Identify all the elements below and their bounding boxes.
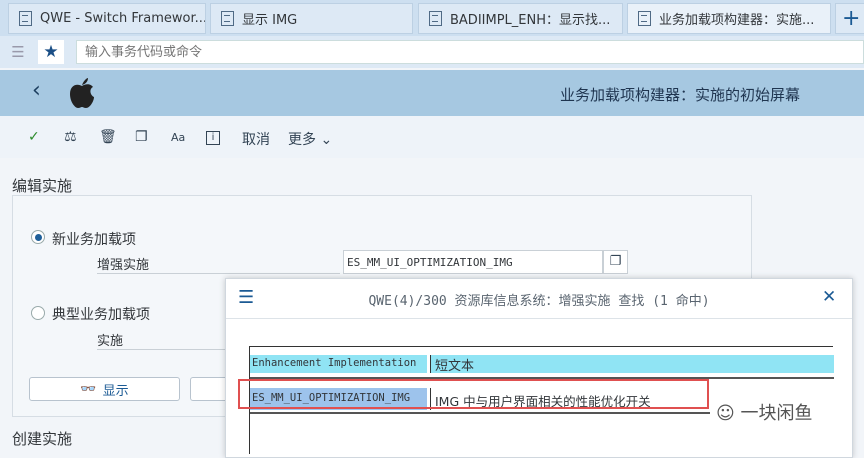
tab-display-img[interactable]: 显示 IMG [210,3,413,34]
delete-icon[interactable]: 🗑 [99,129,117,145]
chevron-down-icon: ⌄ [320,132,333,148]
enh-impl-label: 增强实施 [97,254,340,274]
wechat-icon: ☺ [716,403,735,424]
new-tab-button[interactable]: + [835,3,864,34]
toolbar [0,116,864,158]
apple-logo-icon [70,78,94,108]
more-button[interactable]: 更多 ⌄ [288,129,332,149]
create-section-title: 创建实施 [12,430,73,448]
column-header[interactable]: 短文本 [430,355,834,374]
copy-icon[interactable]: ❐ [135,129,148,145]
display-label: 显示 [102,383,129,399]
value-help-icon[interactable]: ❐ [603,250,628,274]
check-icon[interactable]: ✓ [28,129,40,145]
document-icon [429,11,442,26]
close-icon[interactable]: ✕ [822,287,836,307]
menu-list-icon[interactable]: ☰ [6,40,30,64]
tab-label: 业务加载项构建器：实施... [659,13,815,28]
radio-new-badi[interactable] [31,230,45,244]
cancel-button[interactable]: 取消 [242,129,270,149]
tab-badiimpl-enh[interactable]: BADIIMPL_ENH：显示找... [418,3,623,34]
document-icon [221,11,234,26]
edit-section-title: 编辑实施 [12,177,73,195]
rename-icon[interactable]: Aa [171,131,185,144]
radio-classic-badi-label: 典型业务加载项 [52,307,150,323]
tab-label: QWE - Switch Framewor... [40,11,206,26]
favorites-star-icon[interactable]: ★ [38,40,64,64]
document-icon [638,11,651,26]
document-icon [19,11,32,26]
radio-new-badi-label: 新业务加载项 [52,232,136,248]
command-input[interactable] [76,40,864,64]
glasses-icon: 👓 [80,381,97,397]
watermark-text: 一块闲鱼 [740,403,813,424]
search-popup: ☰ QWE(4)/300 资源库信息系统：增强实施 查找 (1 命中) ✕ En… [225,278,853,458]
watermark: ☺ 一块闲鱼 [716,399,813,425]
page-title: 业务加载项构建器：实施的初始屏幕 [559,86,800,104]
more-label: 更多 [288,132,316,148]
table-header-row: Enhancement Implementation 短文本 [250,355,834,374]
tab-label: 显示 IMG [242,13,298,28]
highlight-box [238,379,709,409]
balance-icon[interactable]: ⚖ [64,129,77,145]
tab-switch-framework[interactable]: QWE - Switch Framewor... [8,3,206,34]
back-icon[interactable]: ‹ [32,78,41,103]
enh-impl-input[interactable]: ES_MM_UI_OPTIMIZATION_IMG [343,250,603,274]
display-button[interactable]: 👓 显示 [29,377,180,401]
popup-title: QWE(4)/300 资源库信息系统：增强实施 查找 (1 命中) [368,294,710,309]
info-icon[interactable]: i [206,131,220,145]
column-header[interactable]: Enhancement Implementation [250,355,427,373]
tab-label: BADIIMPL_ENH：显示找... [450,13,611,28]
radio-classic-badi[interactable] [31,306,45,320]
tab-badi-builder[interactable]: 业务加载项构建器：实施... [627,3,831,34]
